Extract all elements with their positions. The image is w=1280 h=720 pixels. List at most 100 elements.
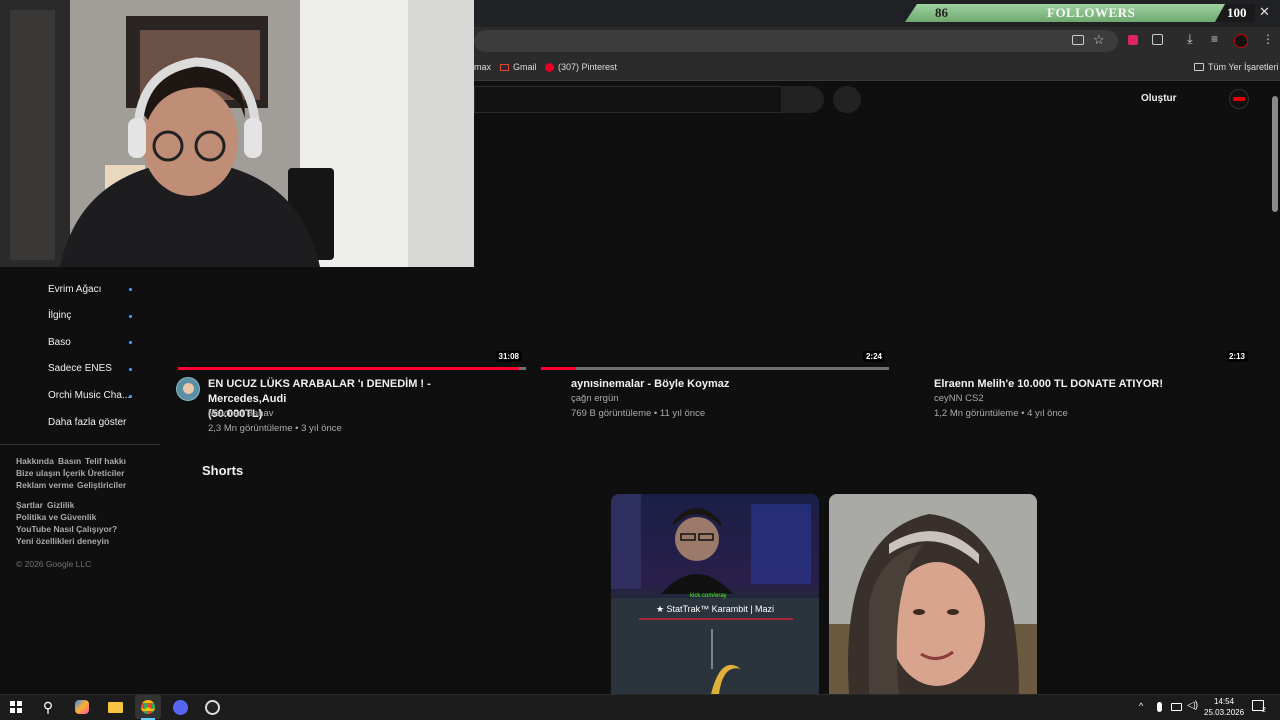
discord-logo: [172, 699, 188, 715]
bookmark-gmail[interactable]: Gmail: [500, 62, 537, 72]
video-meta: 769 B görüntüleme • 11 yıl önce: [571, 408, 706, 419]
footer-link[interactable]: Reklam verme: [16, 480, 74, 490]
footer-link[interactable]: Politika ve Güvenlik: [16, 512, 96, 522]
address-bar[interactable]: [474, 30, 1118, 52]
browser-menu-icon[interactable]: ⋮: [1262, 32, 1274, 46]
watch-progress-fill: [541, 367, 576, 370]
sidebar-item-sub[interactable]: Orchi Music Cha...: [0, 387, 160, 405]
avatar-logo: [1233, 97, 1245, 101]
discord-icon[interactable]: [167, 695, 193, 719]
clock-time[interactable]: 14:54: [1214, 697, 1234, 706]
video-channel[interactable]: çağn ergün: [571, 393, 619, 404]
extension-icon[interactable]: [1128, 35, 1138, 45]
obs-icon[interactable]: [199, 695, 225, 719]
video-title[interactable]: aynısinemalar - Böyle Koymaz: [571, 377, 729, 392]
install-app-icon[interactable]: [1072, 35, 1084, 45]
new-content-dot: [129, 395, 132, 398]
footer-link[interactable]: Hakkında: [16, 456, 54, 466]
video-card[interactable]: 2:13: [904, 200, 1252, 370]
copilot-icon[interactable]: [69, 695, 95, 719]
gmail-icon: [500, 63, 509, 71]
search-icon[interactable]: ⚲: [35, 695, 61, 719]
show-more-label: Daha fazla göster: [48, 417, 127, 428]
footer-link[interactable]: Şartlar: [16, 500, 43, 510]
footer-link[interactable]: Bize ulaşın: [16, 468, 60, 478]
tray-overflow-icon[interactable]: ^: [1139, 701, 1143, 711]
footer-link[interactable]: Gizlilik: [47, 500, 74, 510]
start-button[interactable]: [3, 695, 29, 719]
footer-link[interactable]: İçerik Üreticiler: [63, 468, 124, 478]
short-overlay-url: kick.com/eray: [690, 593, 727, 599]
new-content-dot: [129, 341, 132, 344]
clock-date[interactable]: 25.03.2026: [1204, 708, 1244, 717]
footer-link[interactable]: Geliştiriciler: [77, 480, 126, 490]
account-avatar[interactable]: [1229, 89, 1249, 109]
short-card[interactable]: [829, 494, 1037, 694]
new-content-dot: [129, 315, 132, 318]
sidebar-item-label: Baso: [48, 337, 71, 348]
chrome-taskbar-icon[interactable]: [135, 695, 161, 719]
window-close-icon[interactable]: ✕: [1259, 5, 1271, 19]
download-icon[interactable]: ⤓: [1187, 31, 1193, 47]
followers-label: FOLLOWERS: [1047, 5, 1136, 20]
search-input[interactable]: [474, 86, 782, 113]
microphone-icon[interactable]: [1157, 702, 1162, 712]
video-meta: 2,3 Mn görüntüleme • 3 yıl önce: [208, 423, 342, 434]
webcam-overlay: [0, 0, 474, 267]
voice-search-button[interactable]: [833, 86, 861, 113]
network-icon[interactable]: [1171, 703, 1182, 711]
profile-avatar[interactable]: [1234, 34, 1248, 48]
video-channel[interactable]: Mevtcan Bahav: [208, 408, 273, 419]
copyright: © 2026 Google LLC: [16, 559, 92, 569]
footer-link[interactable]: Telif hakkı: [85, 456, 126, 466]
followers-goal-overlay: 86 FOLLOWERS 100: [905, 4, 1255, 22]
bookmark-label: Gmail: [513, 62, 537, 72]
footer-link[interactable]: Yeni özellikleri deneyin: [16, 536, 109, 546]
video-meta: 1,2 Mn görüntüleme • 4 yıl önce: [934, 408, 1068, 419]
channel-avatar[interactable]: [176, 377, 200, 401]
file-explorer-icon[interactable]: [102, 695, 128, 719]
obs-logo: [204, 699, 220, 715]
sidebar-item-sub[interactable]: İlginç: [0, 307, 160, 325]
scrollbar-thumb[interactable]: [1272, 96, 1278, 212]
volume-icon[interactable]: ◁): [1187, 700, 1198, 711]
folder-icon: [107, 701, 123, 713]
video-channel[interactable]: ceyNN CS2: [934, 393, 984, 404]
extensions-puzzle-icon[interactable]: [1152, 34, 1163, 45]
sidebar-item-sub[interactable]: Sadece ENES: [0, 360, 160, 378]
pinterest-icon: [545, 62, 554, 72]
followers-current: 86: [935, 5, 948, 20]
shorts-heading: Shorts: [202, 463, 244, 478]
video-card[interactable]: 2:24: [541, 200, 889, 370]
watch-progress: [178, 367, 526, 370]
all-bookmarks[interactable]: Tüm Yer İşaretleri: [1194, 62, 1279, 72]
video-duration: 31:08: [495, 351, 522, 362]
sidebar-item-sub[interactable]: Evrim Ağacı: [0, 280, 160, 298]
bookmark-item[interactable]: max: [474, 62, 491, 72]
notifications-count: 2: [1262, 707, 1266, 714]
page-scrollbar[interactable]: [1270, 84, 1280, 694]
watch-progress-fill: [178, 367, 520, 370]
new-content-dot: [129, 368, 132, 371]
sidebar-item-sub[interactable]: Baso: [0, 333, 160, 351]
bookmark-star-icon[interactable]: ☆: [1093, 32, 1105, 48]
folder-icon: [1194, 63, 1204, 71]
footer-link[interactable]: Basın: [58, 456, 81, 466]
all-bookmarks-label: Tüm Yer İşaretleri: [1208, 62, 1279, 72]
show-more-button[interactable]: Daha fazla göster: [0, 414, 160, 432]
webcam-feed: [0, 0, 474, 267]
sidebar-item-label: Orchi Music Cha...: [48, 390, 131, 401]
new-content-dot: [129, 288, 132, 291]
bookmark-pinterest[interactable]: (307) Pinterest: [545, 62, 617, 72]
bookmark-label: max: [474, 62, 492, 72]
search-button[interactable]: [781, 86, 824, 113]
windows-taskbar: ⚲ ^ ◁) 14:54 25.03.2026 2: [0, 694, 1280, 720]
video-title[interactable]: Elraenn Melih'e 10.000 TL DONATE ATIYOR!: [934, 377, 1163, 392]
short-thumbnail: [829, 494, 1037, 694]
short-card[interactable]: kick.com/eray ★ StatTrak™ Karambit | Maz…: [611, 494, 819, 694]
media-control-icon[interactable]: ≡: [1211, 32, 1218, 46]
followers-goal: 100: [1227, 5, 1247, 20]
bookmark-label: (307) Pinterest: [558, 62, 618, 72]
footer-link[interactable]: YouTube Nasıl Çalışıyor?: [16, 524, 117, 534]
create-button[interactable]: Oluştur: [1141, 93, 1177, 104]
